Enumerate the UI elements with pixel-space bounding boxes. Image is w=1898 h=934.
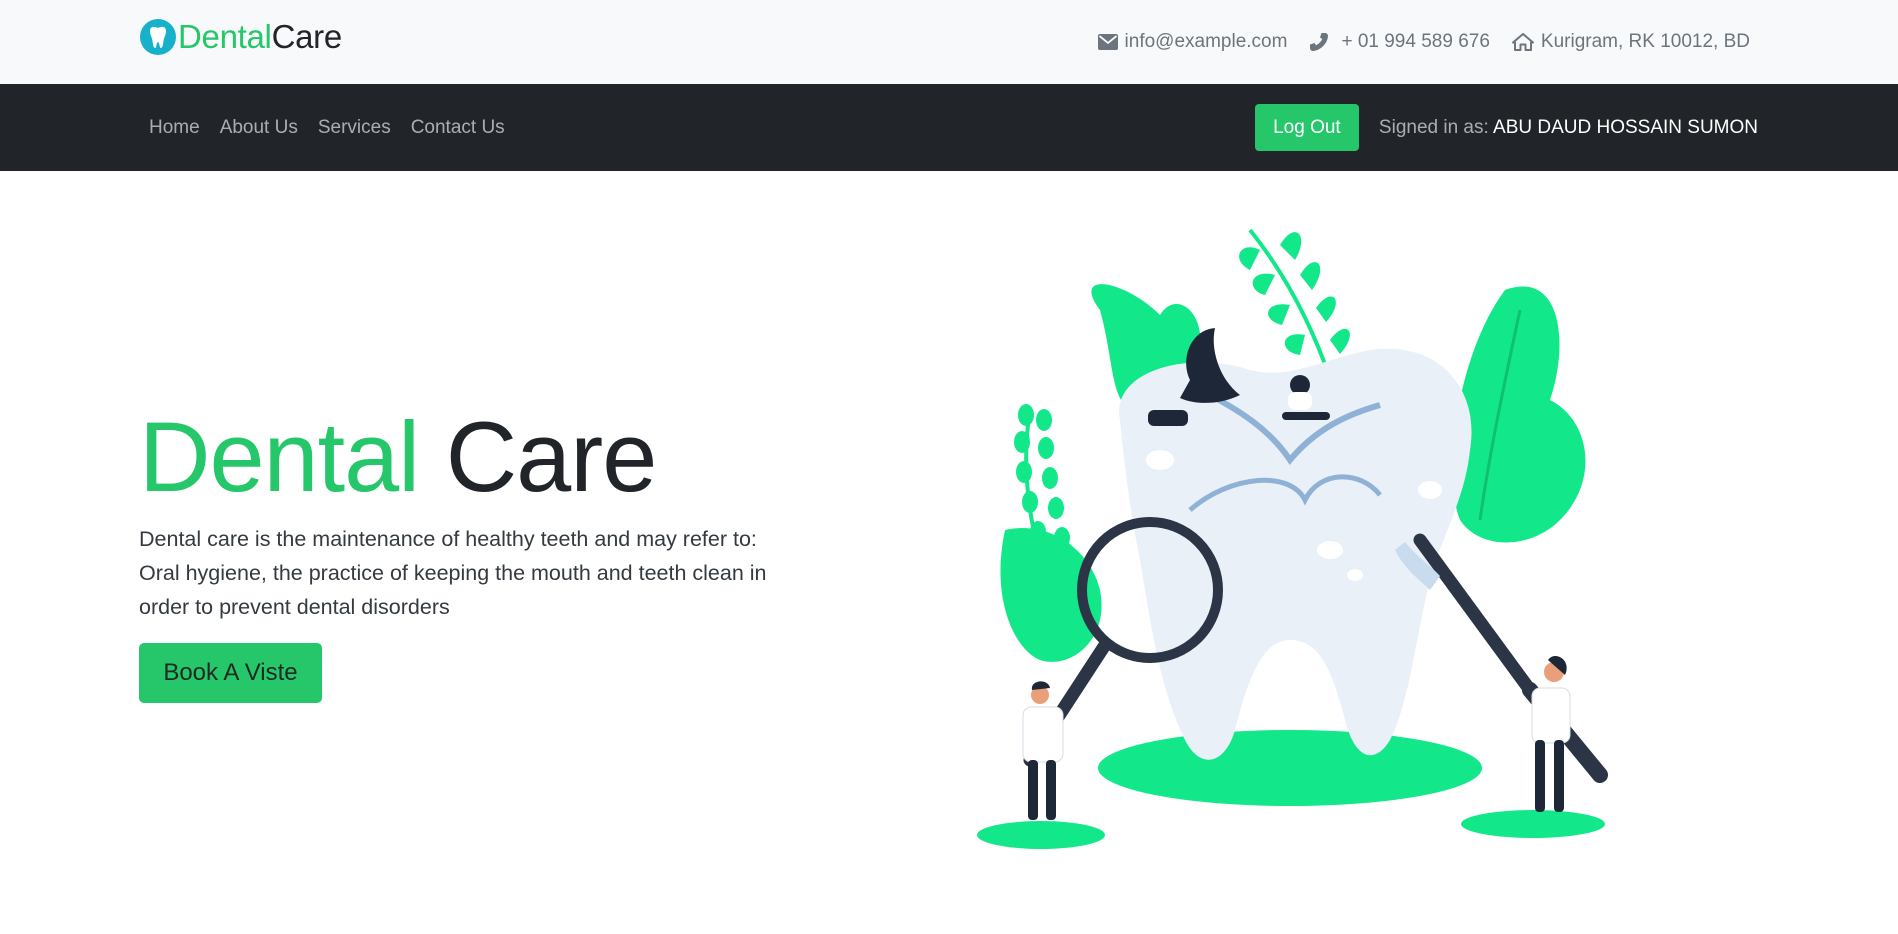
brand-name-part1: Dental [178,18,272,55]
nav-link-home[interactable]: Home [139,117,210,139]
nav-user-area: Log Out Signed in as: ABU DAUD HOSSAIN S… [1254,84,1758,171]
contact-email: info@example.com [1097,31,1288,53]
envelope-icon [1097,34,1118,50]
signed-in-user-name: ABU DAUD HOSSAIN SUMON [1493,116,1758,138]
nav-link-contact-us[interactable]: Contact Us [401,117,515,139]
contact-email-text: info@example.com [1124,31,1288,52]
toothbrush [1395,533,1608,783]
nav-link-services[interactable]: Services [308,117,401,139]
leaf-right-tall [1452,286,1586,543]
book-visit-button[interactable]: Book A Viste [139,643,322,703]
ground-shadow-left [977,821,1105,849]
nav-link-about-us[interactable]: About Us [210,117,308,139]
logout-button[interactable]: Log Out [1254,104,1359,151]
contact-info: info@example.com + 01 994 589 676 Kurigr… [1076,28,1750,56]
hero-title-part1: Dental [139,401,420,512]
ground-shadow-center [1098,730,1482,806]
brand-name-part2: Care [271,18,343,55]
doctor-left [1022,681,1064,820]
contact-phone-text: + 01 994 589 676 [1341,31,1490,52]
ground-shadow-right [1461,810,1605,838]
hero-title: Dental Care [139,401,658,512]
main-navbar: Home About Us Services Contact Us Log Ou… [0,84,1898,171]
tooth-icon [140,19,176,55]
hero-title-part2: Care [445,401,658,512]
doctor-right [1531,655,1571,812]
home-icon [1511,33,1534,51]
dental-illustration [977,228,1608,849]
signed-in-status: Signed in as: ABU DAUD HOSSAIN SUMON [1379,117,1758,139]
signed-in-label: Signed in as: [1378,116,1489,138]
brand-logo[interactable]: Dental Care [139,18,342,56]
nav-links: Home About Us Services Contact Us [139,84,515,171]
contact-phone: + 01 994 589 676 [1309,31,1490,53]
phone-icon [1310,33,1329,51]
top-info-bar: Dental Care info@example.com + 01 994 589… [0,0,1898,84]
contact-address: Kurigram, RK 10012, BD [1511,31,1750,53]
contact-address-text: Kurigram, RK 10012, BD [1540,31,1750,52]
hero-description: Dental care is the maintenance of health… [139,527,767,619]
